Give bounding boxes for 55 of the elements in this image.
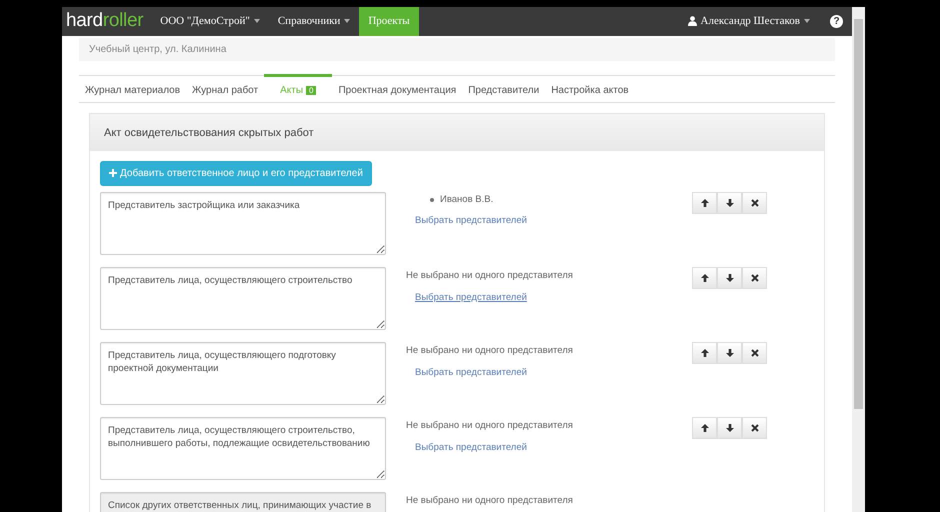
close-icon [750, 198, 758, 206]
select-representatives-link[interactable]: Выбрать представителей [415, 290, 527, 305]
nav-menu[interactable]: Справочники [268, 7, 360, 36]
arrow-down-icon [726, 198, 734, 206]
arrow-up-button[interactable] [692, 342, 717, 364]
arrow-down-icon [726, 424, 734, 432]
close-icon [750, 348, 758, 356]
text-area[interactable]: Представитель лица, осуществляющего подготовку проектной документации [100, 342, 386, 404]
tab[interactable]: Проектная документация [332, 74, 462, 102]
empty-note: Не выбрано ни одного представителя [406, 494, 574, 508]
text-area[interactable]: Представитель лица, осуществляющего строительство, выполнившего работы, подлежащие освидетельствованию [100, 416, 386, 480]
logo[interactable]: hardroller [62, 7, 152, 36]
tab[interactable]: Представители [462, 74, 546, 102]
arrow-up-button[interactable] [692, 192, 717, 214]
close-icon [750, 274, 758, 282]
tab[interactable]: Журнал материалов [79, 74, 186, 102]
select-representatives-link[interactable]: Выбрать представителей [415, 440, 527, 455]
panel-title: Акт освидетельствования скрытых работ [90, 114, 824, 150]
caret-icon [804, 19, 810, 24]
help-button[interactable]: ? [830, 14, 843, 28]
arrow-up-button[interactable] [692, 416, 717, 438]
arrow-up-icon [700, 348, 708, 356]
arrow-down-button[interactable] [717, 192, 742, 214]
tab[interactable]: Журнал работ [186, 74, 264, 102]
empty-note: Не выбрано ни одного представителя [406, 344, 574, 358]
arrow-down-icon [726, 274, 734, 282]
arrow-up-icon [700, 424, 708, 432]
text-area: Список других ответственных лиц, принимающих участие в [100, 492, 386, 512]
close-button[interactable] [742, 266, 767, 288]
tab[interactable]: Настройка актов [545, 74, 635, 102]
close-button[interactable] [742, 342, 767, 364]
close-button[interactable] [742, 416, 767, 438]
select-representatives-link[interactable]: Выбрать представителей [415, 366, 527, 380]
breadcrumb: Учебный центр, ул. Калинина [79, 38, 835, 60]
text-area[interactable]: Представитель застройщика или заказчика [100, 192, 386, 254]
text-area[interactable]: Представитель лица, осуществляющего строительство [100, 266, 386, 330]
scrollbar-thumb[interactable] [854, 19, 863, 409]
nav-menu[interactable]: ООО "ДемоСтрой" [151, 7, 269, 36]
plus-icon [109, 168, 117, 177]
close-icon [750, 424, 758, 432]
user-menu[interactable]: Александр Шестаков [688, 7, 830, 36]
representative-name: Иванов В.В. [440, 194, 494, 206]
arrow-up-button[interactable] [692, 266, 717, 288]
user-icon [688, 16, 697, 26]
select-representatives-link[interactable]: Выбрать представителей [415, 214, 527, 228]
bullet-icon [430, 198, 434, 202]
empty-note: Не выбрано ни одного представителя [406, 268, 574, 282]
arrow-down-icon [726, 348, 734, 356]
arrow-down-button[interactable] [717, 416, 742, 438]
close-button[interactable] [742, 192, 767, 214]
empty-note: Не выбрано ни одного представителя [406, 418, 574, 432]
arrow-down-button[interactable] [717, 342, 742, 364]
arrow-down-button[interactable] [717, 266, 742, 288]
arrow-up-icon [700, 198, 708, 206]
arrow-up-icon [700, 274, 708, 282]
